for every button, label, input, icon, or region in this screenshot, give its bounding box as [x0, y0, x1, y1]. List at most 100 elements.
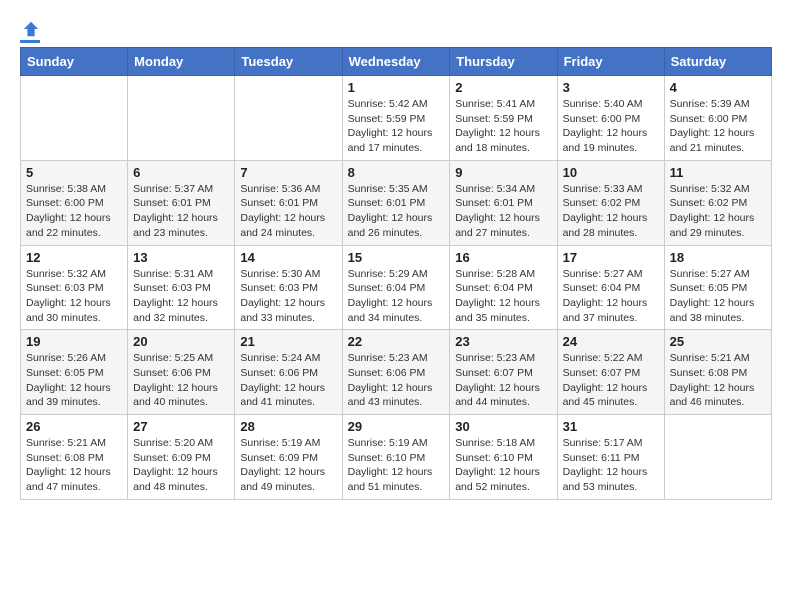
calendar-cell: 1 Sunrise: 5:42 AM Sunset: 5:59 PM Daylig… [342, 76, 450, 161]
calendar-table: SundayMondayTuesdayWednesdayThursdayFrid… [20, 47, 772, 500]
calendar-week-1: 1 Sunrise: 5:42 AM Sunset: 5:59 PM Daylig… [21, 76, 772, 161]
day-number: 27 [133, 419, 229, 434]
day-number: 17 [563, 250, 659, 265]
calendar-cell: 23 Sunrise: 5:23 AM Sunset: 6:07 PM Dayli… [450, 330, 557, 415]
day-info: Sunrise: 5:19 AM Sunset: 6:10 PM Dayligh… [348, 436, 445, 495]
header-thursday: Thursday [450, 48, 557, 76]
day-number: 9 [455, 165, 551, 180]
day-number: 15 [348, 250, 445, 265]
day-info: Sunrise: 5:18 AM Sunset: 6:10 PM Dayligh… [455, 436, 551, 495]
day-info: Sunrise: 5:33 AM Sunset: 6:02 PM Dayligh… [563, 182, 659, 241]
day-number: 21 [240, 334, 336, 349]
calendar-cell: 7 Sunrise: 5:36 AM Sunset: 6:01 PM Daylig… [235, 160, 342, 245]
day-number: 28 [240, 419, 336, 434]
calendar-cell [128, 76, 235, 161]
calendar-cell: 14Sunrise: 5:30 AM Sunset: 6:03 PM Dayli… [235, 245, 342, 330]
day-number: 22 [348, 334, 445, 349]
header-wednesday: Wednesday [342, 48, 450, 76]
day-number: 5 [26, 165, 122, 180]
day-info: Sunrise: 5:23 AM Sunset: 6:06 PM Dayligh… [348, 351, 445, 410]
day-info: Sunrise: 5:40 AM Sunset: 6:00 PM Dayligh… [563, 97, 659, 156]
day-number: 18 [670, 250, 766, 265]
day-number: 8 [348, 165, 445, 180]
day-info: Sunrise: 5:32 AM Sunset: 6:03 PM Dayligh… [26, 267, 122, 326]
calendar-cell: 9 Sunrise: 5:34 AM Sunset: 6:01 PM Daylig… [450, 160, 557, 245]
header-tuesday: Tuesday [235, 48, 342, 76]
day-info: Sunrise: 5:42 AM Sunset: 5:59 PM Dayligh… [348, 97, 445, 156]
day-info: Sunrise: 5:26 AM Sunset: 6:05 PM Dayligh… [26, 351, 122, 410]
day-info: Sunrise: 5:34 AM Sunset: 6:01 PM Dayligh… [455, 182, 551, 241]
day-info: Sunrise: 5:39 AM Sunset: 6:00 PM Dayligh… [670, 97, 766, 156]
page-header [20, 20, 772, 43]
day-number: 3 [563, 80, 659, 95]
day-number: 7 [240, 165, 336, 180]
day-number: 2 [455, 80, 551, 95]
calendar-cell: 26 Sunrise: 5:21 AM Sunset: 6:08 PM Dayli… [21, 415, 128, 500]
day-info: Sunrise: 5:24 AM Sunset: 6:06 PM Dayligh… [240, 351, 336, 410]
calendar-cell: 17 Sunrise: 5:27 AM Sunset: 6:04 PM Dayli… [557, 245, 664, 330]
calendar-cell: 27 Sunrise: 5:20 AM Sunset: 6:09 PM Dayli… [128, 415, 235, 500]
day-info: Sunrise: 5:23 AM Sunset: 6:07 PM Dayligh… [455, 351, 551, 410]
day-info: Sunrise: 5:30 AM Sunset: 6:03 PM Dayligh… [240, 267, 336, 326]
calendar-cell: 5 Sunrise: 5:38 AM Sunset: 6:00 PM Daylig… [21, 160, 128, 245]
calendar-cell: 15 Sunrise: 5:29 AM Sunset: 6:04 PM Dayli… [342, 245, 450, 330]
day-number: 19 [26, 334, 122, 349]
day-info: Sunrise: 5:27 AM Sunset: 6:05 PM Dayligh… [670, 267, 766, 326]
day-info: Sunrise: 5:27 AM Sunset: 6:04 PM Dayligh… [563, 267, 659, 326]
day-number: 13 [133, 250, 229, 265]
calendar-cell: 24 Sunrise: 5:22 AM Sunset: 6:07 PM Dayli… [557, 330, 664, 415]
day-number: 16 [455, 250, 551, 265]
calendar-cell [664, 415, 771, 500]
day-info: Sunrise: 5:20 AM Sunset: 6:09 PM Dayligh… [133, 436, 229, 495]
day-number: 20 [133, 334, 229, 349]
calendar-header-row: SundayMondayTuesdayWednesdayThursdayFrid… [21, 48, 772, 76]
day-number: 12 [26, 250, 122, 265]
day-info: Sunrise: 5:17 AM Sunset: 6:11 PM Dayligh… [563, 436, 659, 495]
day-number: 30 [455, 419, 551, 434]
calendar-cell [21, 76, 128, 161]
calendar-cell: 13 Sunrise: 5:31 AM Sunset: 6:03 PM Dayli… [128, 245, 235, 330]
day-info: Sunrise: 5:41 AM Sunset: 5:59 PM Dayligh… [455, 97, 551, 156]
day-info: Sunrise: 5:21 AM Sunset: 6:08 PM Dayligh… [670, 351, 766, 410]
calendar-cell: 30 Sunrise: 5:18 AM Sunset: 6:10 PM Dayli… [450, 415, 557, 500]
calendar-cell: 10 Sunrise: 5:33 AM Sunset: 6:02 PM Dayli… [557, 160, 664, 245]
day-number: 4 [670, 80, 766, 95]
calendar-cell: 21 Sunrise: 5:24 AM Sunset: 6:06 PM Dayli… [235, 330, 342, 415]
day-number: 31 [563, 419, 659, 434]
day-number: 10 [563, 165, 659, 180]
calendar-cell: 8Sunrise: 5:35 AM Sunset: 6:01 PM Daylig… [342, 160, 450, 245]
day-info: Sunrise: 5:29 AM Sunset: 6:04 PM Dayligh… [348, 267, 445, 326]
day-number: 26 [26, 419, 122, 434]
calendar-cell: 18 Sunrise: 5:27 AM Sunset: 6:05 PM Dayli… [664, 245, 771, 330]
calendar-cell: 25Sunrise: 5:21 AM Sunset: 6:08 PM Dayli… [664, 330, 771, 415]
logo-icon [22, 20, 40, 38]
calendar-cell: 28 Sunrise: 5:19 AM Sunset: 6:09 PM Dayli… [235, 415, 342, 500]
day-info: Sunrise: 5:28 AM Sunset: 6:04 PM Dayligh… [455, 267, 551, 326]
calendar-cell: 4 Sunrise: 5:39 AM Sunset: 6:00 PM Daylig… [664, 76, 771, 161]
calendar-cell: 22 Sunrise: 5:23 AM Sunset: 6:06 PM Dayli… [342, 330, 450, 415]
header-saturday: Saturday [664, 48, 771, 76]
day-number: 1 [348, 80, 445, 95]
calendar-cell: 12 Sunrise: 5:32 AM Sunset: 6:03 PM Dayli… [21, 245, 128, 330]
calendar-week-3: 12 Sunrise: 5:32 AM Sunset: 6:03 PM Dayli… [21, 245, 772, 330]
day-number: 23 [455, 334, 551, 349]
header-sunday: Sunday [21, 48, 128, 76]
logo-underline [20, 40, 40, 43]
day-info: Sunrise: 5:22 AM Sunset: 6:07 PM Dayligh… [563, 351, 659, 410]
calendar-week-2: 5 Sunrise: 5:38 AM Sunset: 6:00 PM Daylig… [21, 160, 772, 245]
day-number: 24 [563, 334, 659, 349]
calendar-cell: 2 Sunrise: 5:41 AM Sunset: 5:59 PM Daylig… [450, 76, 557, 161]
logo [20, 20, 40, 43]
calendar-cell: 19 Sunrise: 5:26 AM Sunset: 6:05 PM Dayli… [21, 330, 128, 415]
day-info: Sunrise: 5:31 AM Sunset: 6:03 PM Dayligh… [133, 267, 229, 326]
day-info: Sunrise: 5:21 AM Sunset: 6:08 PM Dayligh… [26, 436, 122, 495]
day-info: Sunrise: 5:36 AM Sunset: 6:01 PM Dayligh… [240, 182, 336, 241]
calendar-cell [235, 76, 342, 161]
day-info: Sunrise: 5:38 AM Sunset: 6:00 PM Dayligh… [26, 182, 122, 241]
calendar-cell: 20Sunrise: 5:25 AM Sunset: 6:06 PM Dayli… [128, 330, 235, 415]
calendar-cell: 6Sunrise: 5:37 AM Sunset: 6:01 PM Daylig… [128, 160, 235, 245]
day-info: Sunrise: 5:19 AM Sunset: 6:09 PM Dayligh… [240, 436, 336, 495]
calendar-week-4: 19 Sunrise: 5:26 AM Sunset: 6:05 PM Dayli… [21, 330, 772, 415]
header-friday: Friday [557, 48, 664, 76]
calendar-week-5: 26 Sunrise: 5:21 AM Sunset: 6:08 PM Dayli… [21, 415, 772, 500]
